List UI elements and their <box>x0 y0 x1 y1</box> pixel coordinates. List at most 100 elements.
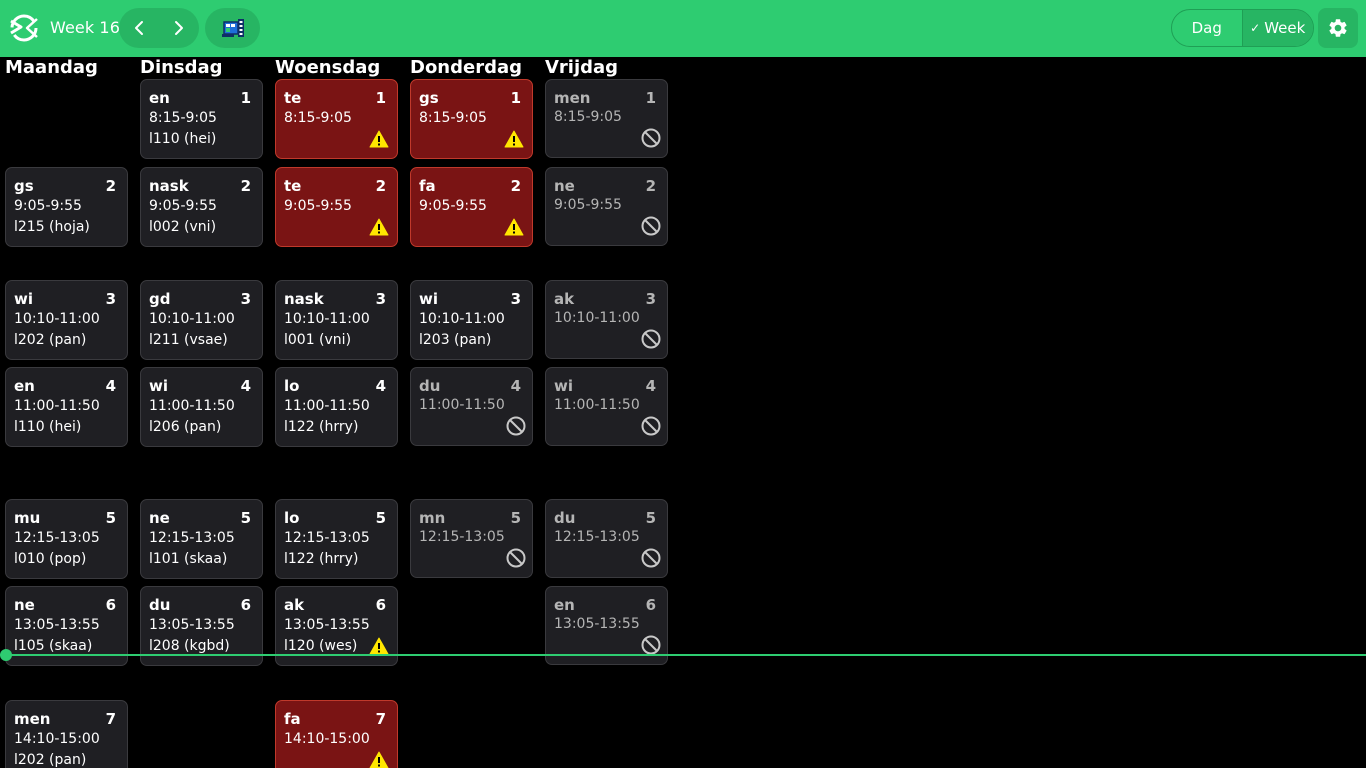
lesson-time: 8:15-9:05 <box>554 109 622 125</box>
view-week-button[interactable]: ✓ Week <box>1242 10 1313 46</box>
lesson-subject: lo <box>284 377 300 395</box>
lesson-subject: nask <box>284 290 324 308</box>
day-header-dinsdag: Dinsdag <box>140 57 223 78</box>
warning-icon <box>369 218 389 236</box>
lesson-subject: gd <box>149 290 171 308</box>
lesson-subject: lo <box>284 509 300 527</box>
lesson-card[interactable]: du 5 12:15-13:05 <box>545 499 668 578</box>
settings-button[interactable] <box>1318 8 1358 48</box>
warning-icon <box>369 751 389 768</box>
cancelled-icon <box>506 416 526 436</box>
day-header-maandag: Maandag <box>5 57 98 78</box>
lesson-period-number: 6 <box>105 596 116 614</box>
lesson-time: 12:15-13:05 <box>284 530 370 546</box>
lesson-period-number: 4 <box>240 377 251 395</box>
schedule-view-button[interactable] <box>205 8 260 48</box>
lesson-period-number: 3 <box>105 290 116 308</box>
lesson-period-number: 3 <box>375 290 386 308</box>
lesson-time: 13:05-13:55 <box>149 617 235 633</box>
next-week-button[interactable] <box>159 8 199 48</box>
warning-icon <box>504 218 524 236</box>
lesson-period-number: 5 <box>240 509 251 527</box>
lesson-card[interactable]: ak 3 10:10-11:00 <box>545 280 668 359</box>
lesson-card[interactable]: fa 7 14:10-15:00 <box>275 700 398 768</box>
lesson-period-number: 5 <box>105 509 116 527</box>
cancelled-icon <box>506 548 526 568</box>
cancelled-icon <box>641 216 661 236</box>
view-dag-button[interactable]: Dag <box>1172 10 1243 46</box>
lesson-card[interactable]: mn 5 12:15-13:05 <box>410 499 533 578</box>
top-bar: Week 16 Dag ✓ Week <box>0 0 1366 57</box>
lesson-time: 10:10-11:00 <box>149 311 235 327</box>
lesson-time: 9:05-9:55 <box>14 198 82 214</box>
lesson-time: 9:05-9:55 <box>284 198 352 214</box>
lesson-card[interactable]: te 2 9:05-9:55 <box>275 167 398 247</box>
lesson-period-number: 2 <box>375 177 386 195</box>
lesson-card[interactable]: men 1 8:15-9:05 <box>545 79 668 158</box>
lesson-room: l206 (pan) <box>149 419 222 435</box>
lesson-subject: te <box>284 177 302 195</box>
lesson-time: 11:00-11:50 <box>14 398 100 414</box>
lesson-room: l120 (wes) <box>284 638 358 654</box>
lesson-card[interactable]: nask 2 9:05-9:55 l002 (vni) <box>140 167 263 247</box>
lesson-time: 11:00-11:50 <box>554 397 640 413</box>
lesson-room: l208 (kgbd) <box>149 638 230 654</box>
app-logo-icon[interactable] <box>7 11 41 45</box>
lesson-card[interactable]: wi 4 11:00-11:50 <box>545 367 668 446</box>
lesson-subject: fa <box>284 710 301 728</box>
lesson-period-number: 1 <box>645 89 656 107</box>
lesson-time: 11:00-11:50 <box>284 398 370 414</box>
lesson-subject: wi <box>419 290 438 308</box>
lesson-subject: du <box>149 596 171 614</box>
lesson-room: l202 (pan) <box>14 752 87 768</box>
lesson-subject: fa <box>419 177 436 195</box>
current-time-line <box>6 654 1366 656</box>
lesson-room: l101 (skaa) <box>149 551 228 567</box>
lesson-room: l122 (hrry) <box>284 551 359 567</box>
lesson-subject: ne <box>149 509 170 527</box>
lesson-time: 13:05-13:55 <box>554 616 640 632</box>
lesson-period-number: 2 <box>645 177 656 195</box>
lesson-subject: nask <box>149 177 189 195</box>
lesson-period-number: 3 <box>510 290 521 308</box>
lesson-subject: en <box>149 89 170 107</box>
lesson-card[interactable]: gs 1 8:15-9:05 <box>410 79 533 159</box>
lesson-card[interactable]: nask 3 10:10-11:00 l001 (vni) <box>275 280 398 360</box>
lesson-card[interactable]: wi 4 11:00-11:50 l206 (pan) <box>140 367 263 447</box>
view-toggle: Dag ✓ Week <box>1171 9 1314 47</box>
chevron-left-icon <box>135 21 143 35</box>
lesson-card[interactable]: mu 5 12:15-13:05 l010 (pop) <box>5 499 128 579</box>
lesson-card[interactable]: ne 2 9:05-9:55 <box>545 167 668 246</box>
lesson-card[interactable]: men 7 14:10-15:00 l202 (pan) <box>5 700 128 768</box>
lesson-card[interactable]: lo 4 11:00-11:50 l122 (hrry) <box>275 367 398 447</box>
lesson-period-number: 5 <box>375 509 386 527</box>
lesson-card[interactable]: wi 3 10:10-11:00 l202 (pan) <box>5 280 128 360</box>
gear-icon <box>1329 19 1347 37</box>
lesson-card[interactable]: lo 5 12:15-13:05 l122 (hrry) <box>275 499 398 579</box>
lesson-card[interactable]: wi 3 10:10-11:00 l203 (pan) <box>410 280 533 360</box>
lesson-time: 9:05-9:55 <box>554 197 622 213</box>
lesson-subject: en <box>14 377 35 395</box>
lesson-period-number: 6 <box>240 596 251 614</box>
lesson-time: 10:10-11:00 <box>14 311 100 327</box>
lesson-card[interactable]: gs 2 9:05-9:55 l215 (hoja) <box>5 167 128 247</box>
lesson-card[interactable]: gd 3 10:10-11:00 l211 (vsae) <box>140 280 263 360</box>
day-header-vrijdag: Vrijdag <box>545 57 619 78</box>
lesson-time: 11:00-11:50 <box>149 398 235 414</box>
previous-week-button[interactable] <box>119 8 159 48</box>
lesson-period-number: 4 <box>105 377 116 395</box>
lesson-card[interactable]: te 1 8:15-9:05 <box>275 79 398 159</box>
lesson-subject: du <box>419 377 441 395</box>
lesson-room: l010 (pop) <box>14 551 87 567</box>
cancelled-icon <box>641 635 661 655</box>
lesson-room: l211 (vsae) <box>149 332 228 348</box>
lesson-card[interactable]: du 4 11:00-11:50 <box>410 367 533 446</box>
lesson-card[interactable]: ne 5 12:15-13:05 l101 (skaa) <box>140 499 263 579</box>
lesson-card[interactable]: fa 2 9:05-9:55 <box>410 167 533 247</box>
lesson-subject: du <box>554 509 576 527</box>
lesson-room: l001 (vni) <box>284 332 352 348</box>
lesson-card[interactable]: en 4 11:00-11:50 l110 (hei) <box>5 367 128 447</box>
lesson-subject: ak <box>284 596 305 614</box>
lesson-time: 14:10-15:00 <box>14 731 100 747</box>
lesson-card[interactable]: en 1 8:15-9:05 l110 (hei) <box>140 79 263 159</box>
